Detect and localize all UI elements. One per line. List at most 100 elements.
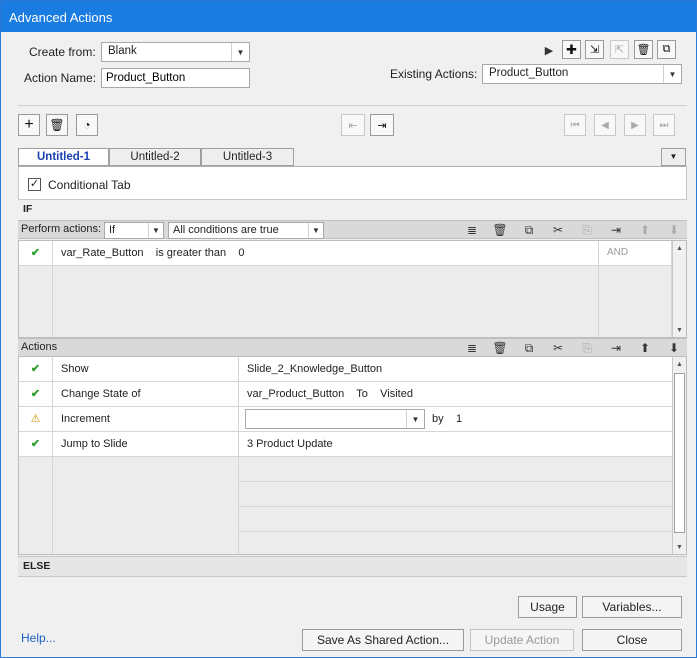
table-row[interactable] xyxy=(19,266,672,291)
table-row[interactable]: ✔ Jump to Slide 3 Product Update xyxy=(19,432,672,457)
paste-tab-icon[interactable]: ⇥ xyxy=(370,114,394,136)
table-row[interactable] xyxy=(19,482,672,507)
conditions-scrollbar[interactable]: ▲ ▼ xyxy=(672,241,686,337)
scroll-thumb[interactable] xyxy=(674,373,685,533)
action-target-cell[interactable]: var_Product_Button To Visited xyxy=(239,382,672,407)
table-row[interactable] xyxy=(19,291,672,316)
actions-scrollbar[interactable]: ▲ ▼ xyxy=(672,357,686,554)
check-icon: ✔ xyxy=(19,357,53,382)
perform-actions-value: If xyxy=(109,224,116,236)
duplicate-action-icon[interactable]: ⧉ xyxy=(657,40,676,59)
insert-row-icon[interactable]: ≣ xyxy=(463,221,481,239)
chevron-down-icon: ▼ xyxy=(663,65,681,83)
move-up-icon[interactable]: ⬆ xyxy=(636,221,654,239)
variables-button[interactable]: Variables... xyxy=(582,596,682,618)
perform-actions-dropdown[interactable]: If ▼ xyxy=(104,222,164,239)
previous-tab-icon[interactable]: ◀ xyxy=(594,114,616,136)
table-row[interactable] xyxy=(19,316,672,337)
create-from-label: Create from: xyxy=(29,45,96,59)
else-section-header[interactable]: ELSE xyxy=(18,556,687,577)
cut-row-icon[interactable]: ✂ xyxy=(549,221,567,239)
action-name[interactable]: Change State of xyxy=(53,382,239,407)
perform-actions-label: Perform actions: xyxy=(21,223,102,235)
close-button[interactable]: Close xyxy=(582,629,682,651)
move-down-icon[interactable]: ⬇ xyxy=(665,339,683,357)
duplicate-tab-icon[interactable]: ◔ xyxy=(76,114,98,136)
save-shared-action-button[interactable]: Save As Shared Action... xyxy=(302,629,464,651)
action-name-input[interactable] xyxy=(101,68,250,88)
increment-variable-dropdown[interactable]: ▼ xyxy=(245,409,425,429)
insert-below-icon[interactable]: ⇥ xyxy=(607,221,625,239)
table-cell xyxy=(19,266,53,291)
action-name[interactable]: Show xyxy=(53,357,239,382)
conditional-checkbox[interactable]: ✓ xyxy=(28,178,41,191)
export-icon[interactable]: ⇱ xyxy=(610,40,629,59)
tab-untitled-1[interactable]: Untitled-1 xyxy=(18,148,109,166)
move-up-icon[interactable]: ⬆ xyxy=(636,339,654,357)
move-down-icon[interactable]: ⬇ xyxy=(665,221,683,239)
condition-variable: var_Rate_Button xyxy=(61,247,144,259)
insert-below-icon[interactable]: ⇥ xyxy=(607,339,625,357)
conditions-value: All conditions are true xyxy=(173,224,279,236)
action-name[interactable]: Jump to Slide xyxy=(53,432,239,457)
table-cell xyxy=(19,532,53,554)
scroll-down-icon[interactable]: ▼ xyxy=(673,323,686,337)
paste-row-icon[interactable]: ⎘ xyxy=(578,339,596,357)
table-row[interactable] xyxy=(19,507,672,532)
condition-cell[interactable]: var_Rate_Button is greater than 0 xyxy=(53,241,599,266)
insert-row-icon[interactable]: ≣ xyxy=(463,339,481,357)
check-icon: ✔ xyxy=(19,382,53,407)
delete-row-icon[interactable]: 🗑 xyxy=(491,339,509,357)
actions-title: Actions xyxy=(21,341,58,353)
scroll-down-icon[interactable]: ▼ xyxy=(673,540,686,554)
table-row[interactable]: ✔ Change State of var_Product_Button To … xyxy=(19,382,672,407)
add-tab-icon[interactable]: + xyxy=(18,114,40,136)
copy-row-icon[interactable]: ⧉ xyxy=(520,221,538,239)
action-target: var_Product_Button xyxy=(247,388,345,400)
first-tab-icon[interactable]: ⏮ xyxy=(564,114,586,136)
action-target[interactable]: Slide_2_Knowledge_Button xyxy=(239,357,672,382)
update-action-button[interactable]: Update Action xyxy=(470,629,574,651)
condition-logic[interactable]: AND xyxy=(599,241,672,266)
table-row[interactable] xyxy=(19,532,672,554)
scroll-up-icon[interactable]: ▲ xyxy=(673,241,686,255)
divider xyxy=(18,105,687,106)
action-target[interactable]: 3 Product Update xyxy=(239,432,672,457)
table-row[interactable]: ✔ Show Slide_2_Knowledge_Button xyxy=(19,357,672,382)
action-name[interactable]: Increment xyxy=(53,407,239,432)
help-link[interactable]: Help... xyxy=(21,631,56,645)
copy-row-icon[interactable]: ⧉ xyxy=(520,339,538,357)
delete-action-icon[interactable]: 🗑 xyxy=(634,40,653,59)
conditions-dropdown[interactable]: All conditions are true ▼ xyxy=(168,222,324,239)
preview-play-icon[interactable]: ▶ xyxy=(540,41,558,59)
usage-button[interactable]: Usage xyxy=(518,596,577,618)
conditional-label: Conditional Tab xyxy=(48,178,131,192)
chevron-down-icon: ▼ xyxy=(148,223,163,238)
paste-row-icon[interactable]: ⎘ xyxy=(578,221,596,239)
table-cell xyxy=(19,316,53,337)
table-row[interactable] xyxy=(19,457,672,482)
scroll-up-icon[interactable]: ▲ xyxy=(673,357,686,371)
import-icon[interactable]: ⇲ xyxy=(585,40,604,59)
tabs-overflow-dropdown[interactable]: ▼ xyxy=(661,148,686,166)
existing-actions-label: Existing Actions: xyxy=(390,67,478,81)
create-from-value: Blank xyxy=(108,45,137,57)
state-value: Visited xyxy=(380,388,413,400)
last-tab-icon[interactable]: ⏭ xyxy=(653,114,675,136)
tab-untitled-2[interactable]: Untitled-2 xyxy=(109,148,201,166)
existing-actions-dropdown[interactable]: Product_Button ▼ xyxy=(482,64,682,84)
copy-tab-icon[interactable]: ⇤ xyxy=(341,114,365,136)
delete-row-icon[interactable]: 🗑 xyxy=(491,221,509,239)
table-row[interactable]: ✔ var_Rate_Button is greater than 0 AND xyxy=(19,241,672,266)
table-cell xyxy=(19,291,53,316)
delete-tab-icon[interactable]: 🗑 xyxy=(46,114,68,136)
tab-untitled-3[interactable]: Untitled-3 xyxy=(201,148,294,166)
cut-row-icon[interactable]: ✂ xyxy=(549,339,567,357)
create-from-dropdown[interactable]: Blank ▼ xyxy=(101,42,250,62)
else-title: ELSE xyxy=(23,560,51,572)
add-action-icon[interactable]: ✚ xyxy=(562,40,581,59)
next-tab-icon[interactable]: ▶ xyxy=(624,114,646,136)
action-name-label: Action Name: xyxy=(24,71,97,85)
check-icon: ✔ xyxy=(19,241,53,266)
by-value[interactable]: 1 xyxy=(456,413,462,425)
